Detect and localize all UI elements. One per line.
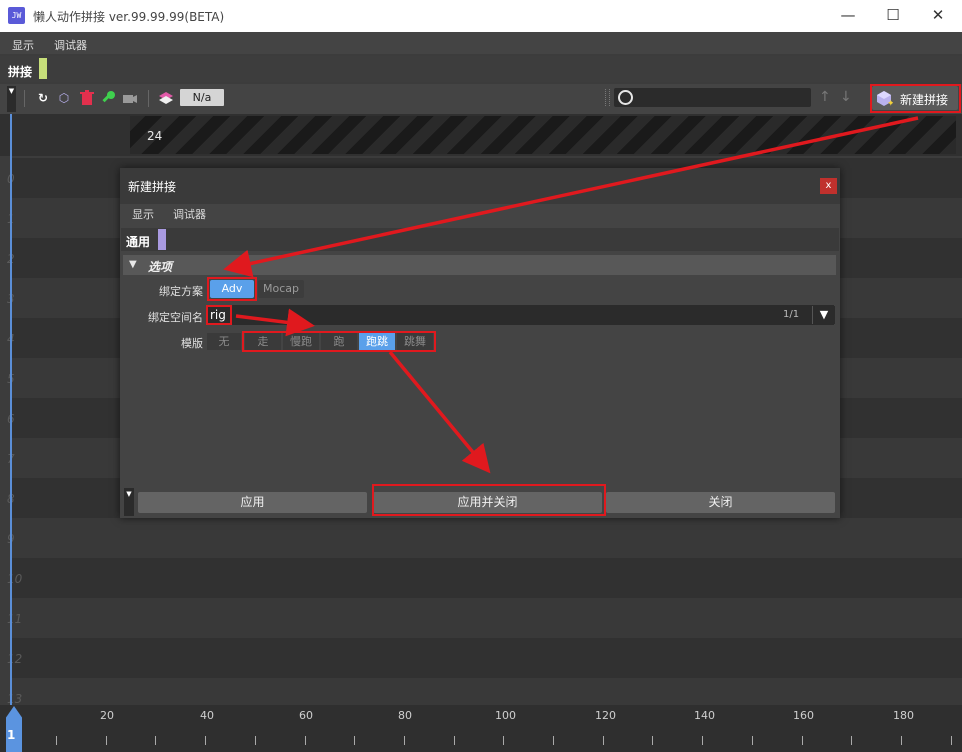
minimize-button[interactable]: —	[825, 0, 871, 32]
ruler-tick	[453, 736, 455, 745]
arrow-down-icon[interactable]: ↓	[840, 89, 852, 105]
ruler-tick	[602, 736, 604, 745]
dialog-title: 新建拼接	[128, 180, 177, 194]
ruler-tick	[56, 736, 57, 745]
ruler-tick	[205, 736, 207, 745]
ruler-tick	[105, 736, 107, 745]
menu-debugger[interactable]: 调试器	[54, 37, 87, 53]
dialog-close-button[interactable]: x	[820, 178, 837, 194]
toolbar	[0, 84, 962, 114]
refresh-icon[interactable]: ↻	[35, 90, 51, 106]
ruler-label: 140	[694, 709, 715, 722]
track-row	[12, 638, 962, 678]
dialog-menu-debugger[interactable]: 调试器	[173, 206, 206, 222]
track-header-hatch	[130, 116, 956, 154]
apply-button[interactable]: 应用	[138, 492, 367, 513]
track-row	[12, 678, 962, 705]
tab-splice[interactable]: 拼接	[8, 63, 32, 80]
time-ruler[interactable]	[0, 705, 962, 752]
toolbar-separator	[24, 90, 25, 107]
template-label: 模版	[181, 337, 203, 350]
tab-color-swatch	[39, 58, 47, 79]
search-input[interactable]	[614, 88, 811, 107]
namespace-input[interactable]	[206, 305, 834, 325]
dialog-tab-row	[121, 228, 839, 251]
options-section-title: 选项	[148, 260, 173, 274]
options-section-header[interactable]	[123, 255, 836, 275]
track-row	[12, 598, 962, 638]
dialog-menu-show[interactable]: 显示	[132, 206, 154, 222]
ruler-tick	[254, 736, 256, 745]
timeline-cursor-line	[10, 114, 12, 714]
ruler-label: 80	[398, 709, 412, 722]
app-icon: JW	[8, 7, 25, 24]
annotation-box-apply-close	[372, 484, 606, 516]
current-frame: 1	[7, 728, 16, 742]
ruler-tick	[801, 736, 803, 745]
annotation-box-adv	[207, 277, 257, 301]
template-option-none[interactable]: 无	[207, 333, 241, 350]
ruler-tick	[553, 736, 554, 745]
close-button[interactable]: 关闭	[606, 492, 835, 513]
ruler-label: 40	[200, 709, 214, 722]
namespace-count: 1/1	[783, 309, 800, 320]
ruler-label: 20	[100, 709, 114, 722]
toolbar-separator	[148, 90, 149, 107]
ruler-tick	[155, 736, 157, 745]
search-icon	[618, 90, 633, 105]
ruler-label: 100	[495, 709, 516, 722]
track-row	[12, 518, 962, 558]
toolbar-collapse-icon[interactable]: ▼	[7, 86, 16, 112]
delete-icon[interactable]	[79, 90, 95, 106]
binding-scheme-label: 绑定方案	[159, 285, 203, 298]
dialog-scroll-handle[interactable]: ▼	[124, 488, 134, 516]
ruler-tick	[354, 736, 356, 745]
ruler-tick	[702, 736, 704, 745]
dialog-tab-color-swatch	[158, 229, 166, 250]
add-cube-icon[interactable]: ⬡	[56, 90, 72, 106]
layers-icon[interactable]	[158, 90, 174, 106]
ruler-label: 180	[893, 709, 914, 722]
namespace-dropdown-icon[interactable]: ▼	[812, 306, 835, 324]
ruler-tick	[652, 736, 654, 745]
ruler-label: 160	[793, 709, 814, 722]
namespace-label: 绑定空间名	[148, 311, 203, 324]
dialog-titlebar[interactable]	[120, 168, 840, 204]
close-window-button[interactable]: ✕	[915, 0, 961, 32]
ruler-tick	[950, 736, 952, 745]
collapse-arrow-icon[interactable]: ▼	[129, 259, 137, 270]
binding-option-mocap[interactable]: Mocap	[258, 280, 304, 298]
ruler-label: 60	[299, 709, 313, 722]
menu-show[interactable]: 显示	[12, 37, 34, 53]
ruler-tick	[851, 736, 853, 745]
ruler-tick	[403, 736, 405, 745]
na-button[interactable]: N/a	[180, 89, 224, 106]
ruler-tick	[304, 736, 306, 745]
ruler-tick	[900, 736, 902, 745]
ruler-label: 120	[595, 709, 616, 722]
tab-row	[0, 56, 962, 82]
window-title: 懒人动作拼接 ver.99.99.99(BETA)	[33, 10, 225, 24]
arrow-up-icon[interactable]: ↑	[819, 89, 831, 105]
menubar	[0, 32, 962, 54]
track-header-value: 24	[147, 129, 163, 143]
ruler-tick	[503, 736, 505, 745]
maximize-button[interactable]: ☐	[870, 0, 916, 32]
annotation-box-templates	[242, 331, 436, 352]
key-icon[interactable]	[100, 90, 116, 106]
annotation-box-new-splice	[870, 84, 961, 113]
track-row	[12, 558, 962, 598]
tab-general[interactable]: 通用	[126, 233, 150, 250]
annotation-box-namespace	[206, 305, 232, 325]
ruler-tick	[751, 736, 753, 745]
drag-handle[interactable]	[605, 89, 610, 106]
camera-icon[interactable]	[122, 90, 138, 106]
